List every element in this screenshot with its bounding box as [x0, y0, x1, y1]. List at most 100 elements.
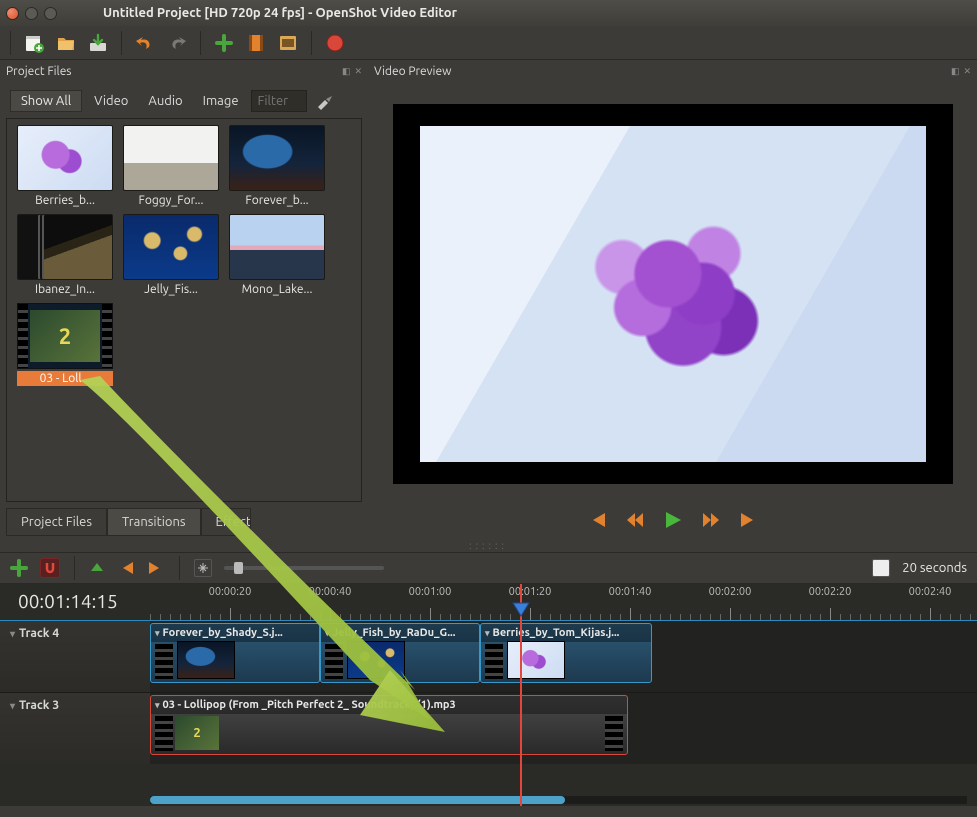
add-track-button[interactable]: [10, 559, 28, 577]
panel-close-icon[interactable]: ✕: [354, 66, 362, 77]
project-file-item[interactable]: Forever_b...: [227, 125, 327, 208]
file-name-label: 03 - Loll...: [17, 371, 113, 386]
window-minimize-button[interactable]: [25, 7, 38, 20]
clip-header: ▾Jelly_Fish_by_RaDu_G...: [321, 624, 479, 642]
project-file-item[interactable]: Berries_b...: [15, 125, 115, 208]
clip-thumbnail: [177, 641, 235, 679]
zoom-label: 20 seconds: [902, 561, 967, 575]
file-name-label: Berries_b...: [17, 193, 113, 208]
panel-float-icon[interactable]: ◧: [951, 66, 960, 77]
redo-button[interactable]: [166, 32, 188, 54]
audio-clip[interactable]: ▾03 - Lollipop (From _Pitch Perfect 2_ S…: [150, 695, 628, 755]
scrollbar-thumb[interactable]: [150, 796, 565, 804]
window-close-button[interactable]: [6, 7, 19, 20]
fullscreen-button[interactable]: [277, 32, 299, 54]
track-body[interactable]: ▾03 - Lollipop (From _Pitch Perfect 2_ S…: [150, 693, 977, 764]
project-file-item[interactable]: Jelly_Fis...: [121, 214, 221, 297]
tab-project-files[interactable]: Project Files: [6, 508, 107, 536]
clip-thumbnail: [507, 641, 565, 679]
clip-thumbnail: [347, 641, 405, 679]
save-project-button[interactable]: [87, 32, 109, 54]
left-panel-tabs: Project Files Transitions Effects: [0, 504, 368, 540]
project-files-grid[interactable]: Berries_b... Foggy_For... Forever_b... Iban…: [6, 118, 362, 502]
clip-header: ▾Forever_by_Shady_S.j...: [151, 624, 319, 642]
window-title: Untitled Project [HD 720p 24 fps] - Open…: [103, 6, 457, 20]
timeline-horizontal-scrollbar[interactable]: [150, 796, 967, 804]
new-project-button[interactable]: [23, 32, 45, 54]
file-thumbnail: [17, 125, 113, 191]
filter-audio-button[interactable]: Audio: [140, 91, 190, 111]
filter-video-button[interactable]: Video: [86, 91, 136, 111]
track-expand-icon[interactable]: ▾: [10, 700, 15, 711]
filter-show-all-button[interactable]: Show All: [10, 90, 82, 112]
rewind-button[interactable]: [625, 512, 645, 528]
video-preview-header: Video Preview ◧✕: [368, 60, 977, 82]
video-preview-frame[interactable]: [393, 104, 953, 484]
panel-float-icon[interactable]: ◧: [342, 66, 351, 77]
snapping-button[interactable]: [40, 558, 60, 578]
fast-forward-button[interactable]: [701, 512, 721, 528]
add-marker-button[interactable]: [89, 561, 105, 575]
playback-controls: [368, 504, 977, 540]
project-files-filter-bar: Show All Video Audio Image: [0, 82, 368, 116]
track-body[interactable]: ▾Forever_by_Shady_S.j...▾Jelly_Fish_by_R…: [150, 621, 977, 692]
track-expand-icon[interactable]: ▾: [10, 628, 15, 639]
file-name-label: Forever_b...: [229, 193, 325, 208]
panel-drag-handle[interactable]: ::::::: [0, 540, 977, 552]
profile-button[interactable]: [245, 32, 267, 54]
project-file-item[interactable]: Mono_Lake...: [227, 214, 327, 297]
filter-input[interactable]: [251, 90, 307, 112]
video-preview-image: [420, 126, 926, 462]
project-file-item[interactable]: Ibanez_In...: [15, 214, 115, 297]
clip-header: ▾Berries_by_Tom_Kijas.j...: [481, 624, 651, 642]
zoom-slider-knob[interactable]: [234, 562, 243, 574]
video-clip[interactable]: ▾Jelly_Fish_by_RaDu_G...: [320, 623, 480, 683]
file-name-label: Jelly_Fis...: [123, 282, 219, 297]
file-thumbnail: 2: [17, 303, 113, 369]
project-file-item[interactable]: Foggy_For...: [121, 125, 221, 208]
window-buttons: [6, 7, 57, 20]
jump-start-button[interactable]: [587, 512, 607, 528]
window-maximize-button[interactable]: [44, 7, 57, 20]
open-project-button[interactable]: [55, 32, 77, 54]
previous-marker-button[interactable]: [117, 561, 135, 575]
file-thumbnail: [123, 125, 219, 191]
clip-label: Berries_by_Tom_Kijas.j...: [493, 627, 620, 639]
current-time-display: 00:01:14:15: [18, 590, 118, 612]
clear-filter-icon[interactable]: [315, 92, 333, 110]
clip-header: ▾03 - Lollipop (From _Pitch Perfect 2_ S…: [151, 696, 627, 714]
next-marker-button[interactable]: [147, 561, 165, 575]
track-name: Track 4: [19, 627, 59, 640]
file-thumbnail: [17, 214, 113, 280]
project-file-item[interactable]: 2 03 - Loll...: [15, 303, 115, 386]
timeline-track[interactable]: ▾ Track 3 ▾03 - Lollipop (From _Pitch Per…: [0, 692, 977, 764]
video-preview-panel: Video Preview ◧✕: [368, 60, 977, 540]
project-files-header: Project Files ◧✕: [0, 60, 368, 82]
zoom-scale-icon[interactable]: [872, 559, 890, 577]
tab-transitions[interactable]: Transitions: [107, 508, 201, 536]
undo-button[interactable]: [134, 32, 156, 54]
play-button[interactable]: [663, 511, 683, 529]
project-files-title: Project Files: [6, 65, 72, 78]
file-name-label: Ibanez_In...: [17, 282, 113, 297]
track-header[interactable]: ▾ Track 4: [0, 621, 150, 692]
track-name: Track 3: [19, 699, 59, 712]
panel-close-icon[interactable]: ✕: [963, 66, 971, 77]
import-files-button[interactable]: [213, 32, 235, 54]
file-name-label: Mono_Lake...: [229, 282, 325, 297]
clip-label: Forever_by_Shady_S.j...: [163, 627, 283, 639]
video-clip[interactable]: ▾Berries_by_Tom_Kijas.j...: [480, 623, 652, 683]
jump-end-button[interactable]: [739, 512, 759, 528]
filter-image-button[interactable]: Image: [195, 91, 247, 111]
center-playhead-button[interactable]: [194, 559, 212, 577]
tab-effects[interactable]: Effects: [201, 508, 251, 536]
project-files-panel: Project Files ◧✕ Show All Video Audio Im…: [0, 60, 368, 540]
zoom-slider[interactable]: [224, 566, 384, 570]
track-header[interactable]: ▾ Track 3: [0, 693, 150, 764]
timeline-toolbar: 20 seconds: [0, 552, 977, 584]
video-clip[interactable]: ▾Forever_by_Shady_S.j...: [150, 623, 320, 683]
timeline-ruler[interactable]: 00:01:14:15 00:00:2000:00:4000:01:0000:0…: [0, 584, 977, 620]
file-thumbnail: [229, 125, 325, 191]
export-video-button[interactable]: [324, 32, 346, 54]
timeline-track[interactable]: ▾ Track 4 ▾Forever_by_Shady_S.j...▾Jelly_…: [0, 620, 977, 692]
